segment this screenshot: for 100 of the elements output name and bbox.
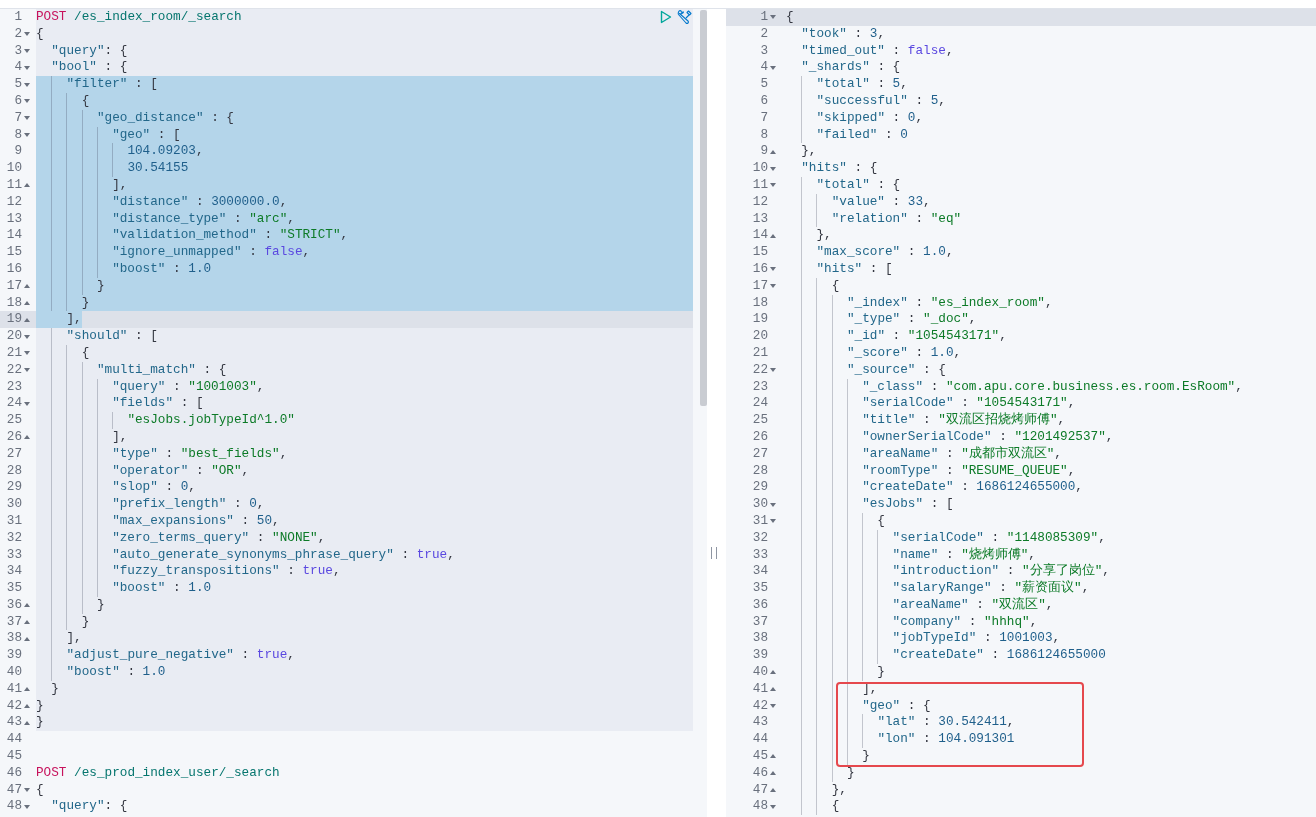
line-number: 14 (6, 227, 22, 245)
code-line: "query": { (50, 798, 128, 816)
code-line: "salaryRange" : "薪资面议", (891, 580, 1090, 597)
code-line: 30.54155 (126, 160, 189, 177)
line-number: 47 (752, 781, 768, 799)
line-number: 29 (6, 479, 22, 497)
line-number: 20 (752, 328, 768, 345)
code-line: { (36, 25, 44, 43)
code-line: ], (65, 630, 82, 648)
line-number: 4 (14, 59, 22, 77)
line-number: 21 (752, 344, 768, 362)
line-number: 7 (14, 109, 22, 127)
code-line: "bool" : { (50, 59, 128, 77)
line-number: 28 (752, 462, 768, 480)
line-number: 44 (752, 731, 768, 749)
line-number: 35 (6, 580, 22, 597)
code-line: "took" : 3, (800, 25, 885, 43)
line-number: 48 (752, 798, 768, 816)
code-line: "esJobs.jobTypeId^1.0" (126, 412, 295, 429)
line-number: 3 (14, 42, 22, 60)
code-line: } (95, 596, 105, 614)
code-line: "failed" : 0 (815, 126, 908, 144)
code-line: "validation_method" : "STRICT", (111, 227, 349, 245)
line-number: 31 (6, 512, 22, 530)
line-number: 21 (6, 344, 22, 362)
line-number: 13 (752, 210, 768, 228)
line-number: 41 (6, 680, 22, 698)
line-number: 1 (14, 9, 22, 26)
code-line: "successful" : 5, (815, 93, 946, 110)
line-number: 9 (14, 143, 22, 161)
code-line: "_shards" : { (800, 59, 901, 77)
code-line: } (50, 680, 59, 698)
line-number: 2 (14, 25, 22, 43)
code-line: "total" : 5, (815, 76, 908, 93)
line-number: 4 (760, 59, 768, 77)
code-line: "query": { (50, 42, 128, 60)
code-line: "type" : "best_fields", (111, 445, 288, 463)
line-number: 23 (752, 378, 768, 396)
line-number: 2 (760, 25, 768, 43)
code-line: { (80, 93, 90, 110)
line-number: 22 (752, 361, 768, 379)
code-line: { (36, 781, 44, 799)
line-number: 8 (760, 126, 768, 144)
code-line: } (36, 697, 44, 715)
code-line: "roomType" : "RESUME_QUEUE", (861, 462, 1076, 480)
line-number: 26 (752, 428, 768, 446)
line-number: 6 (14, 93, 22, 110)
code-line: "geo_distance" : { (95, 109, 234, 127)
line-number: 48 (6, 798, 22, 816)
code-line: "distance" : 3000000.0, (111, 193, 288, 211)
code-line: "_id" : "1054543171", (845, 328, 1007, 345)
line-number: 19 (6, 311, 22, 329)
code-line: "value" : 33, (830, 193, 931, 211)
line-number: 39 (752, 647, 768, 665)
code-line: "areaName" : "双流区", (891, 596, 1054, 614)
line-number: 8 (14, 126, 22, 144)
line-number: 10 (752, 160, 768, 177)
code-line: "_index" : "es_index_room", (845, 294, 1053, 312)
line-number: 42 (6, 697, 22, 715)
code-line: "relation" : "eq" (830, 210, 962, 228)
line-number: 6 (760, 93, 768, 110)
line-number: 44 (6, 731, 22, 749)
code-line: "name" : "烧烤师傅", (891, 546, 1036, 563)
line-number: 22 (6, 361, 22, 379)
code-line: }, (800, 143, 817, 161)
code-line: "filter" : [ (65, 76, 158, 93)
line-number: 33 (752, 546, 768, 564)
line-number: 40 (6, 664, 22, 681)
line-number: 9 (760, 143, 768, 161)
code-line: "adjust_pure_negative" : true, (65, 647, 295, 665)
line-number: 32 (6, 529, 22, 547)
code-line: "max_score" : 1.0, (815, 244, 954, 261)
line-number: 14 (752, 227, 768, 245)
line-number: 46 (6, 764, 22, 782)
line-number: 37 (6, 613, 22, 631)
code-line: { (830, 798, 840, 816)
code-line: } (861, 748, 870, 765)
code-line: "skipped" : 0, (815, 109, 924, 127)
line-number: 27 (6, 445, 22, 463)
line-number: 45 (6, 748, 22, 765)
code-line: }, (815, 227, 832, 245)
code-line: "createDate" : 1686124655000, (861, 479, 1083, 497)
line-number: 38 (6, 630, 22, 648)
line-number: 13 (6, 210, 22, 228)
line-number: 15 (752, 244, 768, 261)
code-line: "ownerSerialCode" : "1201492537", (861, 428, 1114, 446)
line-number: 18 (752, 294, 768, 312)
code-line: { (80, 344, 90, 362)
line-number: 10 (6, 160, 22, 177)
line-number: 12 (752, 193, 768, 211)
code-line: "fields" : [ (111, 395, 204, 413)
code-line: "createDate" : 1686124655000 (891, 647, 1106, 665)
code-line: "boost" : 1.0 (111, 580, 212, 597)
line-number: 19 (752, 311, 768, 329)
code-line: "timed_out" : false, (800, 42, 954, 60)
line-number: 46 (752, 764, 768, 782)
code-line: "geo" : [ (111, 126, 181, 144)
code-line: } (36, 714, 44, 732)
code-line: "_class" : "com.apu.core.business.es.room.EsRoom", (861, 378, 1243, 396)
code-line: "_score" : 1.0, (845, 344, 962, 362)
